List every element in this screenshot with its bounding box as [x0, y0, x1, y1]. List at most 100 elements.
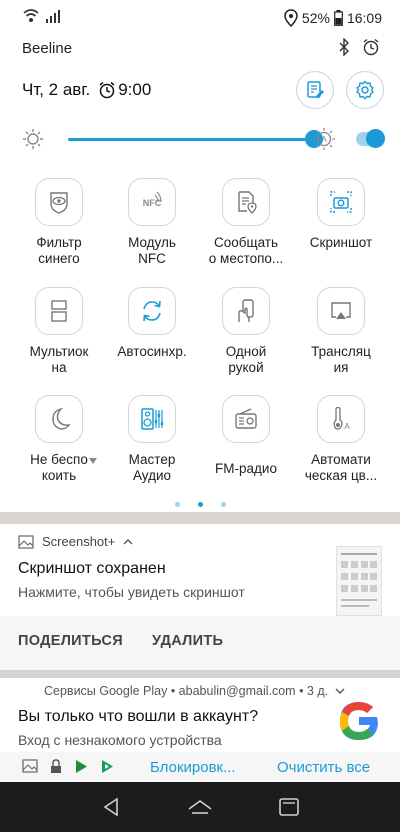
date-label: Чт, 2 авг. — [22, 80, 91, 99]
header-status-icons — [338, 38, 380, 56]
tile-label: Автосинхр. — [117, 344, 187, 359]
alarm-time: 9:00 — [118, 80, 152, 99]
share-button[interactable]: ПОДЕЛИТЬСЯ — [18, 633, 123, 649]
notification-header: Screenshot+ — [18, 534, 133, 549]
tile-blue-filter[interactable]: Фильтр синего — [12, 178, 106, 267]
navigation-bar — [0, 782, 400, 832]
nfc-tile-icon: NFC — [128, 178, 176, 226]
page-dot[interactable] — [174, 502, 180, 507]
brightness-row: A — [22, 125, 385, 155]
carrier-name: Beeline — [22, 40, 73, 57]
quick-settings-panel: 52% 16:09 Beeline Чт, 2 авг. 9:00 A Филь… — [0, 0, 400, 512]
cast-tile-icon — [317, 287, 365, 335]
notification-header: Сервисы Google Play • ababulin@gmail.com… — [44, 684, 345, 698]
settings-button[interactable] — [346, 71, 384, 109]
tile-nfc[interactable]: NFC Модуль NFC — [105, 178, 199, 267]
chevron-down-icon[interactable] — [335, 687, 345, 695]
block-button[interactable]: Блокировк... — [150, 759, 236, 776]
tile-label: Мультиок на — [29, 344, 89, 375]
battery-percent: 52% — [301, 10, 330, 26]
tile-label: Мастер Аудио — [128, 452, 176, 483]
page-dot-active[interactable] — [197, 502, 203, 507]
brightness-low-icon — [23, 129, 43, 149]
auto-brightness-toggle[interactable] — [366, 129, 385, 148]
notification-screenshot[interactable]: Screenshot+ Скриншот сохранен Нажмите, ч… — [0, 524, 400, 670]
tile-fm-radio[interactable]: FM-радио — [199, 395, 293, 477]
svg-text:A: A — [321, 135, 327, 144]
recents-icon[interactable] — [277, 796, 301, 818]
brightness-slider-track[interactable] — [68, 138, 314, 141]
bluetooth-icon — [339, 38, 349, 56]
svg-text:A: A — [344, 422, 350, 431]
chevron-up-icon[interactable] — [123, 538, 133, 546]
tile-multiwindow[interactable]: Мультиок на — [12, 287, 106, 376]
svg-text:NFC: NFC — [143, 198, 162, 208]
lock-icon — [51, 759, 61, 773]
tile-label: Автомати ческая цв... — [304, 452, 378, 483]
nfc-icon: NFC — [143, 191, 162, 208]
tile-label: FM-радио — [215, 461, 277, 476]
delete-button[interactable]: УДАЛИТЬ — [152, 633, 223, 649]
status-left-icons — [22, 8, 70, 29]
clock: 16:09 — [346, 10, 382, 26]
eye-shield-icon — [50, 192, 68, 214]
tile-auto-sync[interactable]: Автосинхр. — [105, 287, 199, 360]
tile-screenshot[interactable]: Скриншот — [294, 178, 388, 251]
date-alarm-row[interactable]: Чт, 2 авг. 9:00 — [22, 80, 151, 100]
edit-button[interactable] — [296, 71, 334, 109]
notification-mini-icons — [22, 759, 114, 774]
tile-audio-master[interactable]: Мастер Аудио — [105, 395, 199, 484]
play-games-icon — [102, 760, 113, 773]
tile-label: Фильтр синего — [36, 235, 82, 266]
multiwindow-icon — [51, 300, 67, 322]
notification-app-name: Screenshot+ — [42, 534, 116, 549]
clear-all-button[interactable]: Очистить все — [277, 759, 370, 776]
screenshot-thumbnail — [336, 546, 382, 616]
image-icon — [18, 534, 34, 549]
notification-subtitle: Нажмите, чтобы увидеть скриншот — [18, 584, 245, 600]
tile-location-report[interactable]: Сообщать о местопо... — [199, 178, 293, 267]
location-report-tile-icon — [222, 178, 270, 226]
multiwindow-tile-icon — [35, 287, 83, 335]
one-hand-tile-icon — [222, 287, 270, 335]
moon-icon — [52, 407, 71, 430]
auto-brightness-icon: A — [313, 128, 335, 150]
shade-divider — [0, 512, 400, 524]
tile-label: Скриншот — [309, 235, 373, 250]
tile-one-hand[interactable]: Одной рукой — [199, 287, 293, 376]
alarm-clock-icon — [99, 81, 115, 99]
screenshot-tile-icon — [317, 178, 365, 226]
audio-master-tile-icon — [128, 395, 176, 443]
notification-title: Вы только что вошли в аккаунт? — [18, 708, 259, 725]
notification-title: Скриншот сохранен — [18, 560, 166, 577]
sync-icon — [143, 300, 161, 322]
notification-subtitle: Вход с незнакомого устройства — [18, 732, 222, 748]
tile-auto-color[interactable]: A Автомати ческая цв... — [294, 395, 388, 484]
sync-tile-icon — [128, 287, 176, 335]
dnd-tile-icon — [35, 395, 83, 443]
wifi-signal-icons — [23, 9, 60, 23]
radio-tile-icon — [222, 395, 270, 443]
auto-color-tile-icon: A — [317, 395, 365, 443]
location-icon — [284, 9, 298, 27]
back-icon[interactable] — [100, 796, 122, 818]
audio-master-icon — [141, 408, 164, 430]
radio-icon — [235, 408, 257, 429]
thermometer-icon: A — [333, 406, 350, 431]
play-store-icon — [76, 760, 87, 773]
document-location-icon — [238, 191, 257, 214]
image-icon — [22, 759, 38, 773]
notification-actions: ПОДЕЛИТЬСЯ УДАЛИТЬ — [0, 616, 400, 670]
thumbnail-preview — [341, 553, 377, 607]
settings-icon — [356, 80, 374, 100]
tile-do-not-disturb[interactable]: Не беспо коить — [12, 395, 106, 484]
tile-cast[interactable]: Трансляц ия — [294, 287, 388, 376]
google-g-icon — [340, 702, 378, 740]
battery-icon — [334, 10, 343, 26]
google-logo-icon — [336, 698, 382, 749]
one-hand-icon — [238, 299, 254, 322]
page-dot[interactable] — [220, 502, 226, 507]
expand-arrow-icon[interactable] — [88, 457, 98, 465]
notification-google-play[interactable]: Сервисы Google Play • ababulin@gmail.com… — [0, 678, 400, 782]
home-icon[interactable] — [186, 797, 214, 817]
